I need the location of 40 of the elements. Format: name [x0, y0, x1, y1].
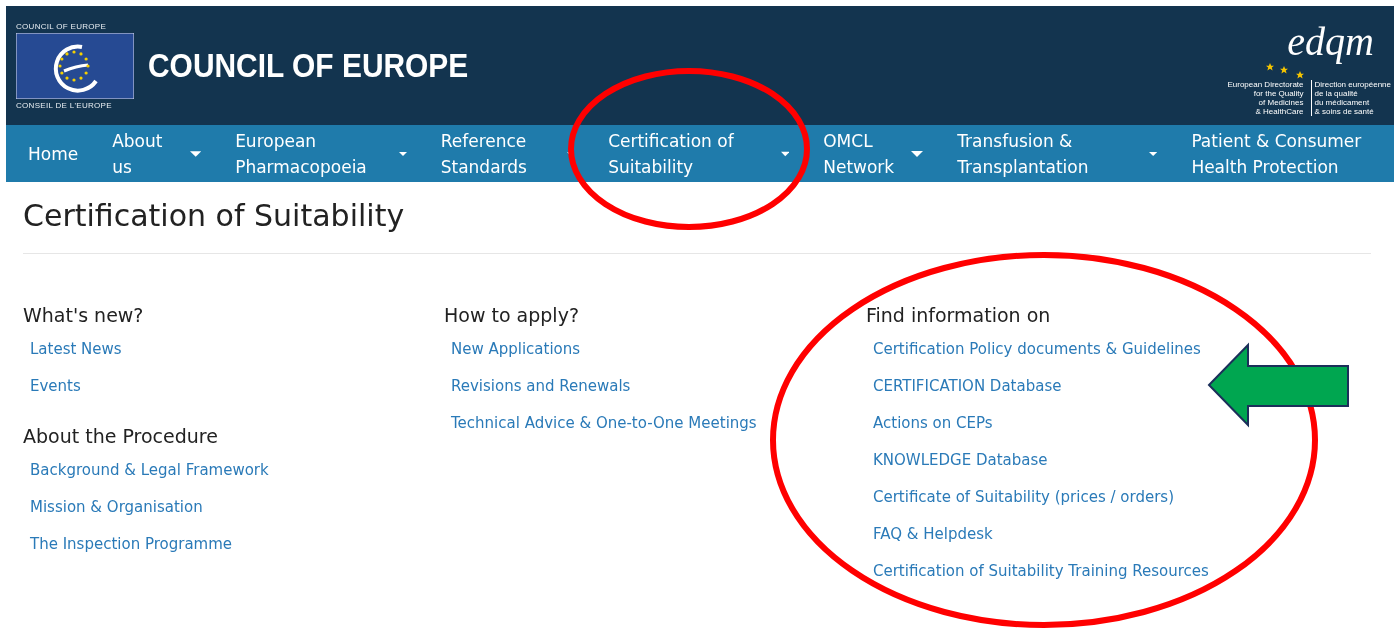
emblem-caption: COUNCIL OF EUROPE: [16, 21, 108, 31]
edqm-caption: de la qualité: [1314, 88, 1358, 98]
section-link[interactable]: KNOWLEDGE Database: [873, 442, 1048, 479]
section-heading: What's new?: [23, 304, 144, 326]
section-link[interactable]: The Inspection Programme: [30, 526, 233, 563]
nav-item[interactable]: Transfusion & Transplantation: [935, 127, 1170, 180]
section-link[interactable]: Background & Legal Framework: [30, 452, 269, 489]
edqm-caption: & HealthCare: [1255, 106, 1304, 116]
section-link[interactable]: CERTIFICATION Database: [873, 368, 1062, 405]
nav-item[interactable]: OMCL Network: [801, 127, 936, 180]
nav-item[interactable]: About us: [90, 127, 214, 180]
section-link[interactable]: Certification Policy documents & Guidelines: [873, 331, 1201, 368]
nav-item[interactable]: European Pharmacopoeia: [213, 127, 419, 180]
section-heading: How to apply?: [444, 304, 579, 326]
section-link[interactable]: Revisions and Renewals: [451, 368, 631, 405]
nav-item[interactable]: Patient & Consumer Health Protection: [1169, 127, 1394, 180]
section-link[interactable]: Events: [30, 368, 81, 405]
section-link[interactable]: Latest News: [30, 331, 122, 368]
edqm-caption: du médicament: [1314, 97, 1370, 107]
section-heading: Find information on: [866, 304, 1051, 326]
nav-item[interactable]: Home: [6, 140, 91, 167]
section-link[interactable]: Technical Advice & One-to-One Meetings: [451, 405, 757, 442]
section-link[interactable]: Mission & Organisation: [30, 489, 203, 526]
edqm-caption: of Medicines: [1258, 97, 1304, 107]
site-title: COUNCIL OF EUROPE: [148, 46, 469, 85]
section-link[interactable]: Certification of Suitability Training Resources: [873, 553, 1209, 590]
edqm-caption: Direction européenne: [1314, 79, 1391, 89]
emblem-caption: CONSEIL DE L'EUROPE: [16, 100, 113, 110]
section-link[interactable]: FAQ & Helpdesk: [873, 516, 993, 553]
nav-item[interactable]: Reference Standards: [418, 127, 587, 180]
edqm-caption: & soins de santé: [1314, 106, 1374, 116]
edqm-caption: for the Quality: [1253, 88, 1304, 98]
edqm-caption: European Directorate: [1227, 79, 1304, 89]
section-heading: About the Procedure: [23, 425, 218, 447]
edqm-logo: edqm: [1287, 21, 1374, 62]
page-title: Certification of Suitability: [23, 198, 1371, 254]
section-link[interactable]: Actions on CEPs: [873, 405, 993, 442]
arrow-icon: [1208, 344, 1350, 426]
section-link[interactable]: Certificate of Suitability (prices / orders): [873, 479, 1174, 516]
section-link[interactable]: New Applications: [451, 331, 581, 368]
